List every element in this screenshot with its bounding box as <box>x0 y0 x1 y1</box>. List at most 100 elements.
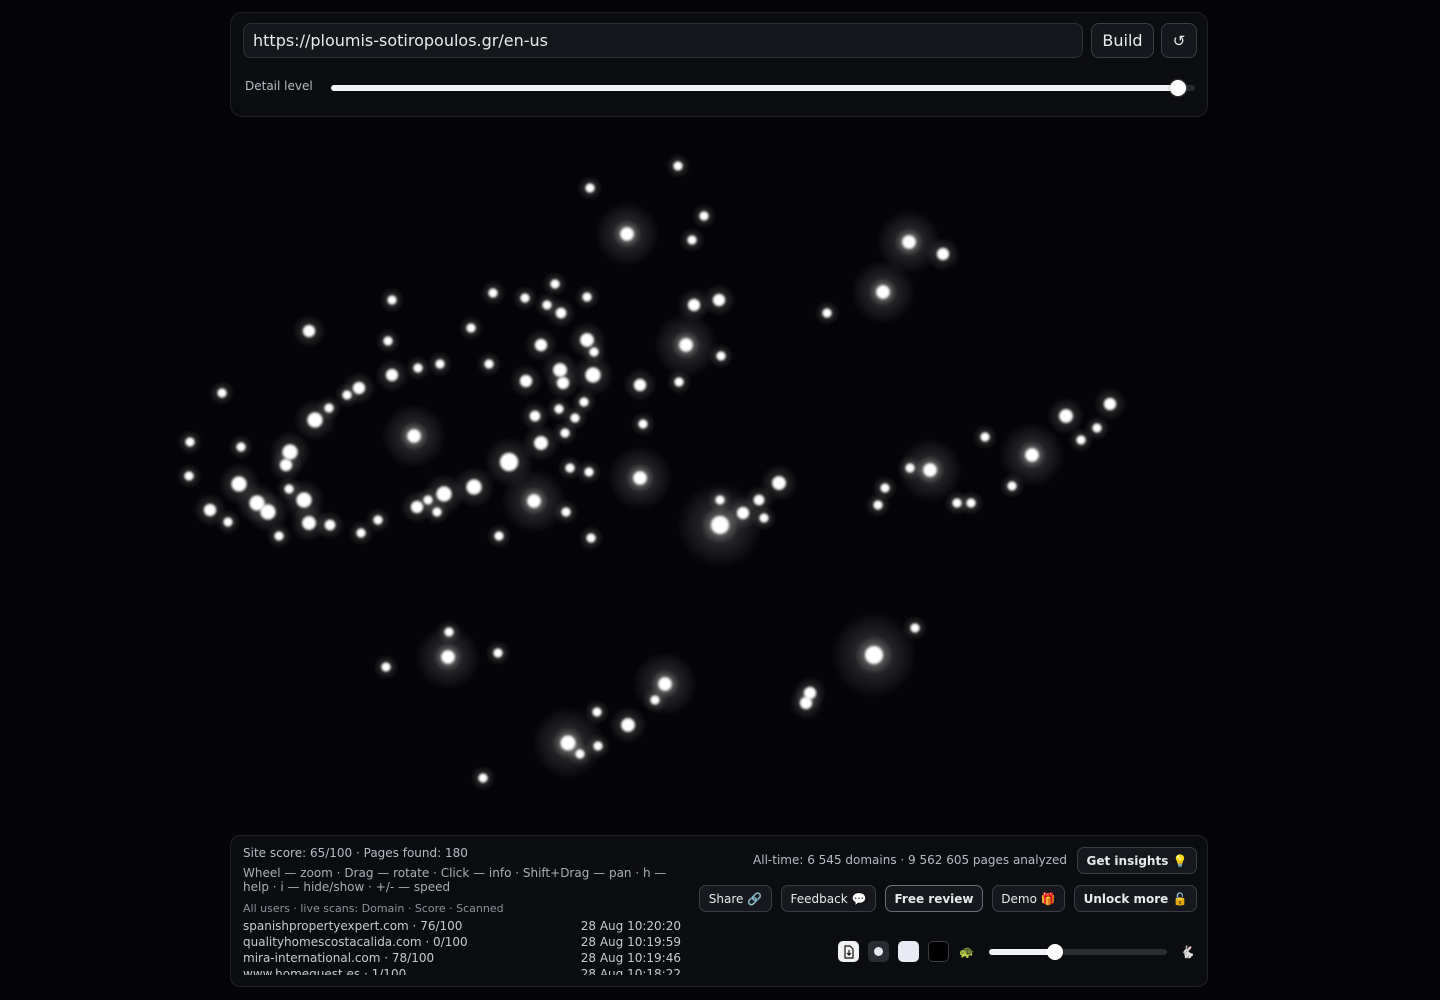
graph-node[interactable] <box>630 411 656 437</box>
feedback-button[interactable]: Feedback 💬 <box>781 885 876 912</box>
speed-thumb[interactable] <box>1046 944 1063 960</box>
graph-node[interactable] <box>708 343 734 369</box>
graph-node[interactable] <box>676 481 764 569</box>
share-button[interactable]: Share 🔗 <box>699 885 772 912</box>
graph-node[interactable] <box>850 259 916 325</box>
site-graph-canvas[interactable] <box>0 120 1440 830</box>
graph-node-core <box>303 325 315 337</box>
graph-node-core <box>386 369 398 381</box>
graph-node[interactable] <box>653 312 719 378</box>
graph-node[interactable] <box>269 448 303 482</box>
graph-node[interactable] <box>830 611 918 699</box>
graph-node[interactable] <box>375 358 409 392</box>
graph-node[interactable] <box>897 455 923 481</box>
graph-node[interactable] <box>405 355 431 381</box>
rabbit-icon: 🐇 <box>1180 944 1195 959</box>
graph-node[interactable] <box>679 227 705 253</box>
graph-node[interactable] <box>512 285 538 311</box>
graph-node-core <box>381 662 391 672</box>
graph-node[interactable] <box>607 445 673 511</box>
graph-node[interactable] <box>177 429 203 455</box>
graph-node[interactable] <box>476 351 502 377</box>
graph-node[interactable] <box>375 328 401 354</box>
graph-node[interactable] <box>642 687 668 713</box>
graph-node[interactable] <box>553 499 579 525</box>
graph-node[interactable] <box>348 520 374 546</box>
graph-node[interactable] <box>666 369 692 395</box>
graph-node[interactable] <box>574 284 600 310</box>
get-insights-button[interactable]: Get insights 💡 <box>1077 847 1197 874</box>
graph-node[interactable] <box>215 509 241 535</box>
scan-row: www.homequest.es · 1/100 28 Aug 10:18:22 <box>243 967 683 975</box>
graph-node-core <box>876 285 890 299</box>
graph-node-core <box>716 351 726 361</box>
graph-node[interactable] <box>665 153 691 179</box>
graph-node[interactable] <box>567 741 593 767</box>
graph-node[interactable] <box>427 351 453 377</box>
graph-node[interactable] <box>509 364 543 398</box>
light-theme-swatch[interactable] <box>898 941 919 962</box>
detail-level-thumb[interactable] <box>1169 80 1186 96</box>
graph-node[interactable] <box>486 523 512 549</box>
graph-node[interactable] <box>623 368 657 402</box>
graph-node[interactable] <box>814 300 840 326</box>
graph-node[interactable] <box>424 499 450 525</box>
graph-node-core <box>185 437 195 447</box>
graph-node[interactable] <box>176 463 202 489</box>
graph-node[interactable] <box>972 424 998 450</box>
live-scans-list: spanishpropertyexpert.com · 76/100 28 Au… <box>243 919 683 975</box>
download-icon[interactable] <box>838 941 859 962</box>
reset-button[interactable]: ↺ <box>1161 23 1197 58</box>
graph-node-core <box>560 428 570 438</box>
graph-node-core <box>260 504 276 520</box>
graph-node[interactable] <box>228 434 254 460</box>
graph-node[interactable] <box>999 473 1025 499</box>
graph-node-core <box>1092 423 1102 433</box>
graph-node-core <box>905 463 915 473</box>
graph-node[interactable] <box>702 283 736 317</box>
dark-theme-swatch[interactable] <box>928 941 949 962</box>
free-review-button[interactable]: Free review <box>885 885 983 912</box>
graph-node[interactable] <box>373 654 399 680</box>
graph-node[interactable] <box>381 403 447 469</box>
dot-icon[interactable] <box>868 941 889 962</box>
graph-node[interactable] <box>691 203 717 229</box>
graph-node[interactable] <box>501 468 567 534</box>
graph-node[interactable] <box>609 706 647 744</box>
graph-node[interactable] <box>789 686 823 720</box>
graph-node[interactable] <box>865 492 891 518</box>
unlock-more-button[interactable]: Unlock more 🔓 <box>1074 885 1197 912</box>
scan-time: 28 Aug 10:19:46 <box>580 951 681 965</box>
graph-node-core <box>570 413 580 423</box>
graph-node[interactable] <box>926 237 960 271</box>
graph-node-core <box>582 292 592 302</box>
graph-node[interactable] <box>292 314 326 348</box>
graph-node-core <box>500 453 518 471</box>
graph-node[interactable] <box>546 298 576 328</box>
graph-node[interactable] <box>458 315 484 341</box>
scan-row: qualityhomescostacalida.com · 0/100 28 A… <box>243 935 683 951</box>
graph-node[interactable] <box>415 624 481 690</box>
graph-node-core <box>280 459 292 471</box>
graph-node-core <box>673 161 683 171</box>
graph-node[interactable] <box>485 640 511 666</box>
graph-node-core <box>307 412 323 428</box>
graph-node[interactable] <box>958 490 984 516</box>
url-input[interactable] <box>243 23 1083 58</box>
graph-node[interactable] <box>480 280 506 306</box>
demo-button[interactable]: Demo 🎁 <box>992 885 1065 912</box>
graph-node[interactable] <box>576 459 602 485</box>
graph-node[interactable] <box>1068 427 1094 453</box>
graph-node[interactable] <box>315 510 345 540</box>
graph-node-core <box>585 183 595 193</box>
graph-node[interactable] <box>209 380 235 406</box>
speed-slider[interactable] <box>989 944 1167 960</box>
detail-level-slider[interactable] <box>331 80 1195 96</box>
build-button[interactable]: Build <box>1091 23 1154 58</box>
graph-node[interactable] <box>578 525 604 551</box>
graph-node[interactable] <box>266 523 292 549</box>
graph-node[interactable] <box>577 175 603 201</box>
graph-node[interactable] <box>379 287 405 313</box>
graph-node[interactable] <box>470 765 496 791</box>
graph-node[interactable] <box>594 201 660 267</box>
